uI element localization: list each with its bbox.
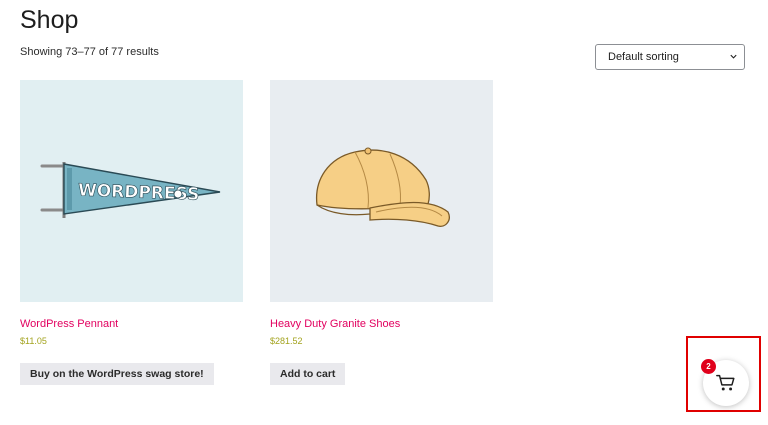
product-price: $281.52 — [270, 336, 303, 346]
buy-on-swag-store-button[interactable]: Buy on the WordPress swag store! — [20, 363, 214, 385]
product-name-link[interactable]: WordPress Pennant — [20, 318, 118, 330]
result-count: Showing 73–77 of 77 results — [20, 46, 159, 58]
sorting-select[interactable]: Default sorting — [595, 44, 745, 70]
product-name-link[interactable]: Heavy Duty Granite Shoes — [270, 318, 400, 330]
cart-count-badge: 2 — [701, 359, 716, 374]
product-card: Heavy Duty Granite Shoes $281.52 Add to … — [270, 80, 493, 385]
product-card: WORDPRESS WordPress Pennant $11.05 Buy o… — [20, 80, 243, 385]
page-title: Shop — [20, 6, 79, 34]
sorting-selected-label: Default sorting — [608, 51, 679, 63]
chevron-down-icon — [730, 54, 737, 59]
yellow-cap-image[interactable] — [270, 80, 493, 302]
cart-icon — [716, 374, 735, 391]
product-price: $11.05 — [20, 336, 47, 346]
add-to-cart-button[interactable]: Add to cart — [270, 363, 346, 385]
wordpress-pennant-image[interactable]: WORDPRESS — [20, 80, 243, 302]
